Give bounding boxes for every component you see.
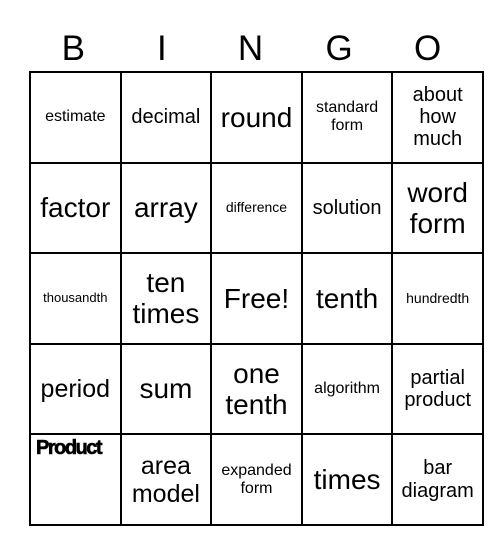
board-row: Product area model expanded form times b… (29, 433, 484, 526)
bingo-cell[interactable]: word form (391, 161, 484, 255)
bingo-cell[interactable]: standard form (300, 71, 394, 164)
bingo-cell[interactable]: thousandth (29, 252, 122, 345)
bingo-cell[interactable]: bar diagram (391, 433, 484, 526)
bingo-cell[interactable]: estimate (29, 71, 122, 164)
bingo-cell[interactable]: hundredth (391, 252, 484, 345)
bingo-cell[interactable]: difference (210, 161, 303, 255)
bingo-cell[interactable]: sum (119, 342, 213, 436)
bingo-cell[interactable]: tenth (300, 252, 394, 345)
bingo-cell[interactable]: ten times (119, 252, 213, 345)
bingo-cell[interactable]: round (210, 71, 303, 164)
bingo-cell[interactable]: decimal (119, 71, 213, 164)
free-space[interactable]: Free! (210, 252, 303, 345)
bingo-cell[interactable]: Product (29, 433, 122, 526)
bingo-cell[interactable]: solution (300, 161, 394, 255)
bingo-cell[interactable]: array (119, 161, 213, 255)
bingo-cell[interactable]: one tenth (210, 342, 303, 436)
bingo-cell[interactable]: times (300, 433, 394, 526)
board-row: period sum one tenth algorithm partial p… (29, 342, 484, 436)
board-row: estimate decimal round standard form abo… (29, 71, 484, 164)
bingo-cell[interactable]: expanded form (210, 433, 303, 526)
bingo-cell[interactable]: algorithm (300, 342, 394, 436)
bingo-cell-label-bold: Product (36, 437, 103, 460)
bingo-cell[interactable]: factor (29, 161, 122, 255)
bingo-cell[interactable]: period (29, 342, 122, 436)
bingo-cell[interactable]: about how much (391, 71, 484, 164)
board-row: thousandth ten times Free! tenth hundred… (29, 252, 484, 345)
header-letter-i: I (157, 29, 167, 68)
header-letter-n: N (237, 29, 264, 68)
bingo-board: estimate decimal round standard form abo… (29, 71, 484, 526)
bingo-cell[interactable]: area model (119, 433, 213, 526)
header-letter-g: G (325, 29, 353, 68)
bingo-header: B I N G O (29, 27, 472, 71)
bingo-cell[interactable]: partial product (391, 342, 484, 436)
header-letter-o: O (414, 29, 442, 68)
board-row: factor array difference solution word fo… (29, 161, 484, 255)
header-letter-b: B (61, 29, 85, 68)
